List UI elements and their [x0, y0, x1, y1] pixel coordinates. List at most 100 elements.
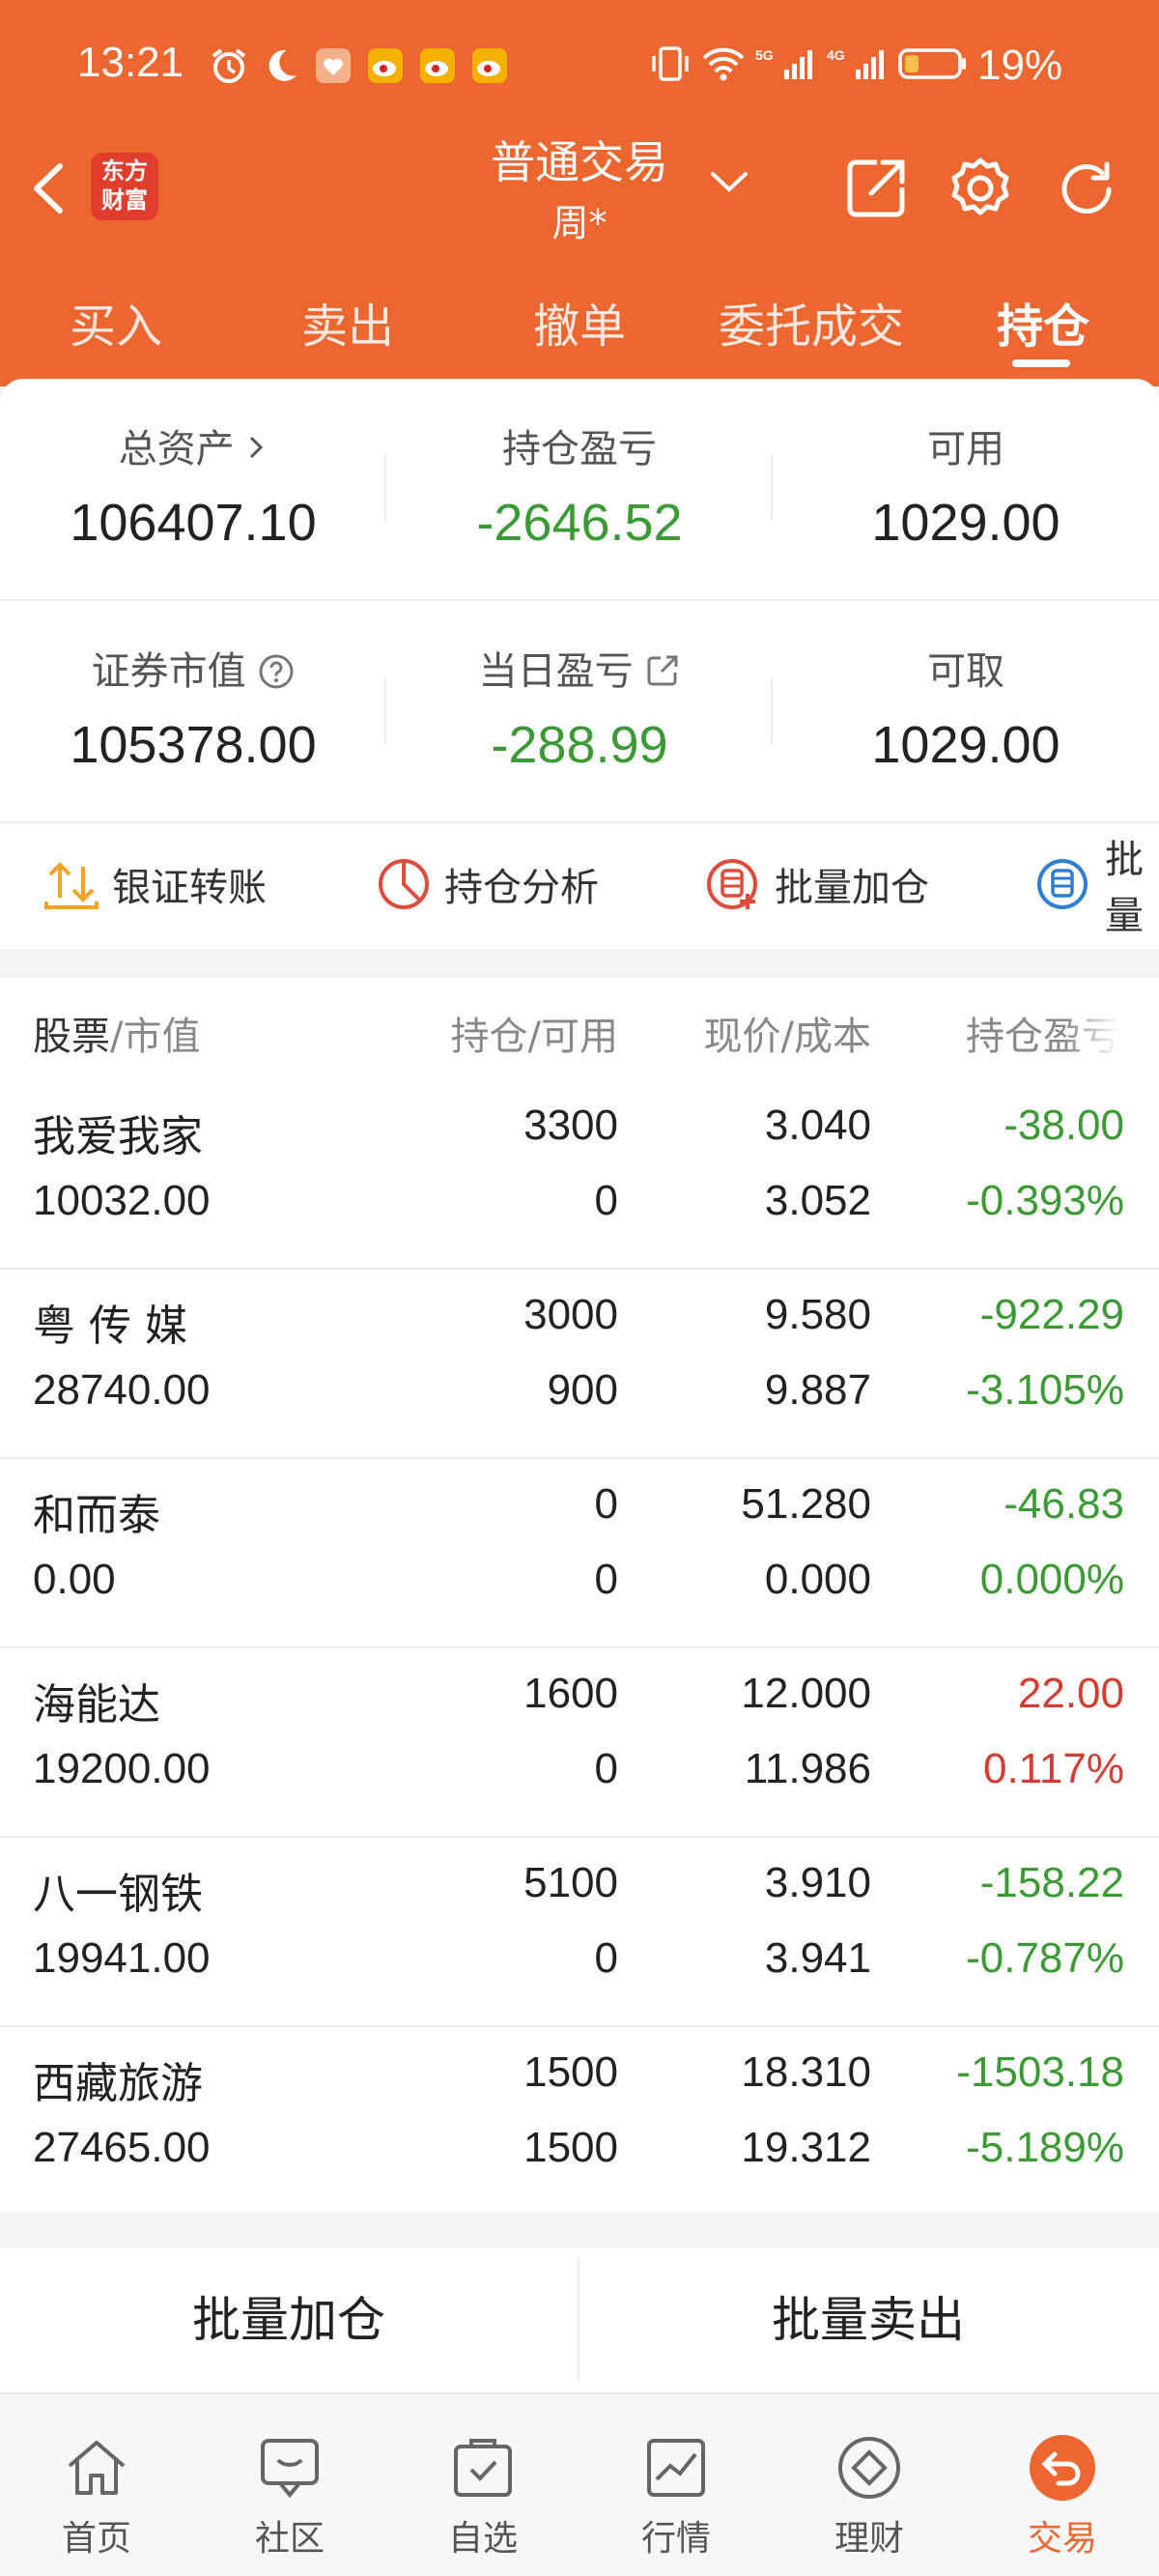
- cost-price: 0.000: [764, 1556, 871, 1603]
- current-price: 3.040: [764, 1102, 871, 1149]
- table-row[interactable]: 八一钢铁 19941.00 5100 0 3.910 3.941 -158.22 -0.787…: [0, 1838, 1159, 2027]
- stock-name: 海能达: [33, 1680, 160, 1730]
- stock-market-value: 19941.00: [33, 1934, 211, 1982]
- market-value-value: 105378.00: [70, 716, 317, 774]
- status-notification-icons: [208, 43, 511, 89]
- vibrate-icon: [649, 44, 692, 87]
- available-qty: 0: [594, 1556, 618, 1603]
- position-pl-percent: 0.000%: [979, 1556, 1124, 1603]
- table-row[interactable]: 和而泰 0.00 0 0 51.280 0.000 -46.83 0.000%: [0, 1459, 1159, 1648]
- status-time: 13:21: [77, 39, 184, 86]
- holding-qty: 5100: [523, 1859, 618, 1906]
- table-row[interactable]: 西藏旅游 27465.00 1500 1500 18.310 19.312 -1503.18…: [0, 2027, 1159, 2215]
- position-pl-value: -2646.52: [476, 494, 683, 552]
- position-pl-percent: -0.787%: [966, 1934, 1124, 1982]
- batch-actions-bar: 批量加仓 批量卖出: [0, 2247, 1159, 2392]
- position-pl-percent: 0.117%: [983, 1745, 1124, 1792]
- header-stock: 股票: [33, 1015, 110, 1059]
- stock-market-value: 10032.00: [33, 1177, 211, 1224]
- table-row[interactable]: 我爱我家 10032.00 3300 0 3.040 3.052 -38.00 -0.393%: [0, 1080, 1159, 1270]
- position-pl-percent: -3.105%: [966, 1366, 1124, 1414]
- table-row[interactable]: 粤 传 媒 28740.00 3000 900 9.580 9.887 -922.29 -3.…: [0, 1270, 1159, 1459]
- nav-trade[interactable]: 交易: [966, 2394, 1159, 2576]
- stock-name: 八一钢铁: [33, 1870, 203, 1919]
- chat-bubble-icon: [255, 2433, 325, 2503]
- tab-buy[interactable]: 买入: [39, 288, 193, 356]
- stock-market-value: 28740.00: [33, 1366, 211, 1414]
- position-pl-amount: -922.29: [979, 1291, 1124, 1338]
- header-pl[interactable]: 持仓盈亏: [927, 1005, 1120, 1061]
- settings-gear-icon[interactable]: [947, 155, 1014, 222]
- stock-name: 和而泰: [33, 1491, 160, 1540]
- batch-add-button[interactable]: 批量加仓: [0, 2247, 578, 2392]
- stock-market-value: 27465.00: [33, 2124, 211, 2171]
- daily-pl-value: -288.99: [491, 716, 668, 774]
- nav-market[interactable]: 行情: [580, 2394, 773, 2576]
- database-minus-icon: [1035, 855, 1093, 913]
- moon-icon: [260, 44, 302, 87]
- header-price[interactable]: 现价/成本: [657, 1005, 871, 1061]
- refresh-icon[interactable]: [1053, 155, 1120, 222]
- available-qty: 1500: [523, 2124, 618, 2171]
- tab-cancel[interactable]: 撤单: [502, 288, 657, 356]
- nav-community[interactable]: 社区: [193, 2394, 386, 2576]
- position-pl-percent: -0.393%: [966, 1177, 1124, 1224]
- batch-more-quick-label: 批量: [1105, 838, 1144, 938]
- signal-4g-icon: 4G: [827, 44, 889, 87]
- home-icon: [62, 2433, 131, 2503]
- share-icon[interactable]: [842, 155, 910, 222]
- divider: [0, 821, 1159, 823]
- diamond-icon: [834, 2433, 904, 2503]
- position-pl-amount: -46.83: [1004, 1480, 1124, 1528]
- nav-community-label: 社区: [254, 2519, 325, 2559]
- header-stock-value[interactable]: 股票/市值: [33, 1005, 200, 1061]
- withdrawable-funds: 可取 1029.00: [773, 640, 1159, 775]
- nav-wealth[interactable]: 理财: [773, 2394, 966, 2576]
- current-price: 12.000: [741, 1670, 871, 1717]
- nav-home[interactable]: 首页: [0, 2394, 193, 2576]
- tab-sell[interactable]: 卖出: [270, 288, 425, 356]
- tab-orders-trades[interactable]: 委托成交: [695, 288, 927, 356]
- holding-qty: 1500: [523, 2048, 618, 2096]
- batch-more-quick-button[interactable]: 批量: [1035, 838, 1159, 938]
- chevron-down-icon[interactable]: [705, 162, 753, 201]
- chevron-right-icon: [235, 427, 269, 472]
- batch-add-quick-button[interactable]: 批量加仓: [705, 850, 929, 918]
- position-pl-amount: -158.22: [979, 1859, 1124, 1906]
- bank-transfer-button[interactable]: 银证转账: [42, 850, 267, 918]
- weibo-icon: [364, 44, 407, 87]
- back-button[interactable]: [21, 155, 75, 222]
- table-row[interactable]: 海能达 19200.00 1600 0 12.000 11.986 22.00 0.117%: [0, 1648, 1159, 1838]
- help-circle-icon[interactable]: [258, 649, 295, 694]
- active-tab-indicator: [1012, 359, 1070, 367]
- nav-watchlist[interactable]: 自选: [386, 2394, 580, 2576]
- daily-pl-label: 当日盈亏: [478, 649, 634, 694]
- batch-sell-button[interactable]: 批量卖出: [580, 2247, 1157, 2392]
- health-app-icon: [312, 44, 354, 87]
- broker-logo: 东方财富: [91, 153, 158, 220]
- available-qty: 900: [547, 1366, 618, 1414]
- withdrawable-label: 可取: [927, 649, 1004, 694]
- daily-pl[interactable]: 当日盈亏 -288.99: [386, 640, 773, 775]
- stock-name: 西藏旅游: [33, 2059, 203, 2108]
- database-plus-icon: [705, 855, 763, 913]
- header-holding[interactable]: 持仓/可用: [406, 1005, 618, 1061]
- total-assets[interactable]: 总资产 106407.10: [0, 417, 386, 553]
- divider: [0, 599, 1159, 601]
- position-pl-amount: -38.00: [1004, 1102, 1124, 1149]
- current-price: 3.910: [764, 1859, 871, 1906]
- tab-positions[interactable]: 持仓: [966, 288, 1120, 356]
- market-value: 证券市值 105378.00: [0, 640, 386, 775]
- account-type-title[interactable]: 普通交易: [425, 128, 734, 191]
- position-analysis-button[interactable]: 持仓分析: [375, 850, 599, 918]
- account-holder-name: 周*: [551, 202, 608, 244]
- cost-price: 9.887: [764, 1366, 871, 1414]
- cost-price: 11.986: [744, 1745, 871, 1792]
- bank-transfer-label: 银证转账: [112, 866, 267, 910]
- position-pl-percent: -5.189%: [966, 2124, 1124, 2171]
- available-value: 1029.00: [871, 494, 1060, 552]
- total-assets-value: 106407.10: [70, 494, 317, 552]
- shopping-bag-check-icon: [448, 2433, 518, 2503]
- stock-market-value: 19200.00: [33, 1745, 211, 1792]
- svg-text:5G: 5G: [755, 47, 774, 63]
